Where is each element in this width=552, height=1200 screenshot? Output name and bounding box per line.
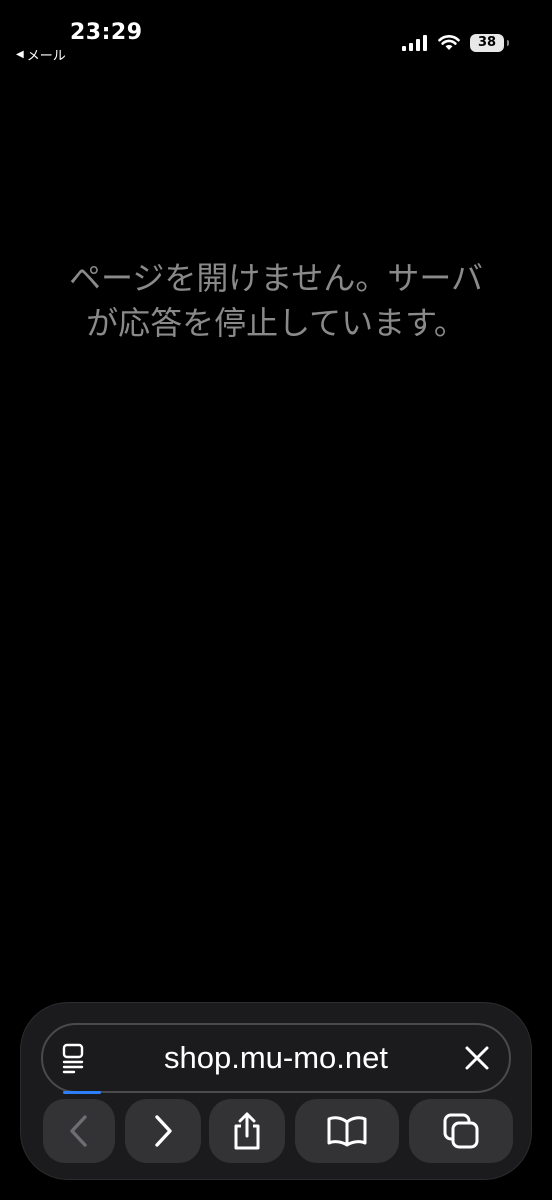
forward-button[interactable] — [125, 1099, 201, 1163]
bookmarks-button[interactable] — [295, 1099, 399, 1163]
battery-level: 38 — [477, 35, 497, 50]
cellular-signal-icon — [402, 35, 427, 51]
tabs-button[interactable] — [409, 1099, 513, 1163]
url-text[interactable]: shop.mu-mo.net — [103, 1025, 449, 1091]
back-to-app-link[interactable]: ◀ メール — [16, 45, 66, 64]
chevron-left-icon — [70, 1115, 87, 1147]
status-bar: 23:29 ◀ メール 38 — [0, 0, 552, 70]
navigation-row — [41, 1099, 513, 1165]
back-triangle-icon: ◀ — [16, 49, 24, 60]
status-icons: 38 — [402, 34, 509, 52]
book-icon — [327, 1116, 367, 1147]
battery-cap — [507, 40, 509, 46]
chevron-right-icon — [155, 1115, 172, 1147]
browser-toolbar: shop.mu-mo.net — [20, 1002, 532, 1180]
loading-progress-bar — [63, 1091, 101, 1094]
clock: 23:29 — [70, 20, 143, 45]
tabs-icon — [443, 1113, 479, 1149]
share-button[interactable] — [209, 1099, 285, 1163]
battery-icon: 38 — [470, 34, 509, 52]
address-bar[interactable]: shop.mu-mo.net — [41, 1023, 511, 1093]
share-icon — [234, 1112, 260, 1150]
wifi-icon — [438, 35, 460, 50]
error-message: ページを開けません。サーバが応答を停止しています。 — [68, 259, 484, 342]
close-icon[interactable] — [461, 1042, 493, 1074]
page-menu-icon[interactable] — [59, 1041, 93, 1075]
back-app-label: メール — [26, 49, 66, 64]
back-button[interactable] — [43, 1099, 115, 1163]
